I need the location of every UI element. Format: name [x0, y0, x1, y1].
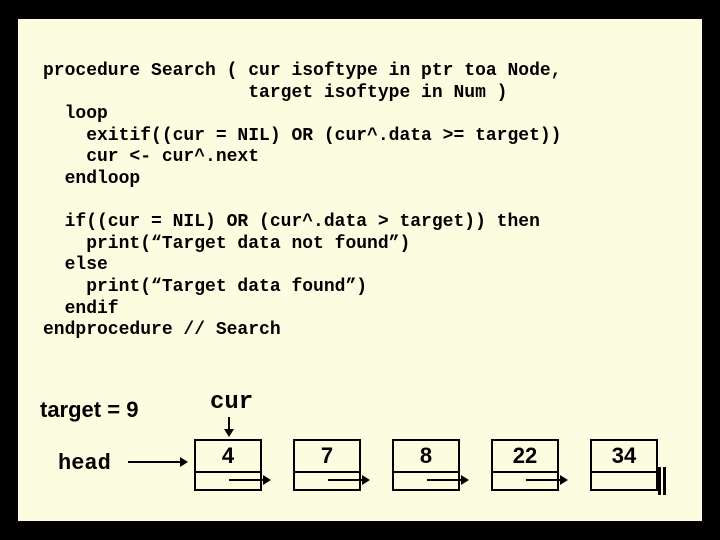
node-pointer-box [392, 471, 460, 491]
node-value: 4 [194, 439, 262, 473]
node-pointer-box [194, 471, 262, 491]
node-pointer-box [590, 471, 658, 491]
list-node: 22 [491, 439, 559, 491]
code-block: procedure Search ( cur isoftype in ptr t… [43, 61, 561, 342]
list-node: 8 [392, 439, 460, 491]
node-value: 22 [491, 439, 559, 473]
next-arrow [427, 479, 467, 481]
node-pointer-box [491, 471, 559, 491]
node-value: 8 [392, 439, 460, 473]
slide-frame: procedure Search ( cur isoftype in ptr t… [15, 16, 705, 524]
nil-terminator-icon [658, 467, 664, 495]
list-node: 34 [590, 439, 658, 491]
list-node: 4 [194, 439, 262, 491]
list-node: 7 [293, 439, 361, 491]
next-arrow [526, 479, 566, 481]
next-arrow [229, 479, 269, 481]
node-value: 7 [293, 439, 361, 473]
node-pointer-box [293, 471, 361, 491]
node-value: 34 [590, 439, 658, 473]
linked-list-diagram: 4 7 8 22 34 [18, 419, 708, 529]
next-arrow [328, 479, 368, 481]
cur-label: cur [210, 389, 253, 416]
